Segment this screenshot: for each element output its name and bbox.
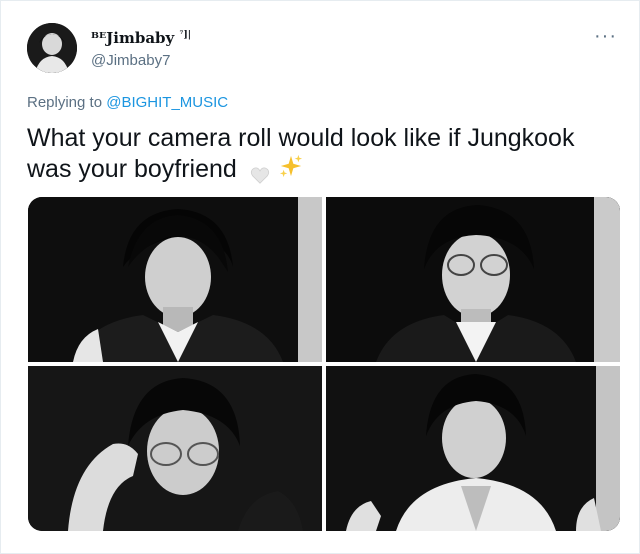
replying-prefix: Replying to [27, 94, 107, 111]
photo-1[interactable] [28, 197, 322, 362]
more-options-icon[interactable]: ··· [594, 25, 617, 48]
tweet-card: ᴮᴱJimbaby ⁷]| @Jimbaby7 ··· Replying to … [0, 0, 640, 554]
replying-to-link[interactable]: @BIGHIT_MUSIC [106, 94, 228, 111]
display-name-text: ᴮᴱJimbaby [91, 29, 175, 47]
replying-to: Replying to @BIGHIT_MUSIC [27, 94, 228, 111]
sparkles-icon [279, 154, 303, 186]
user-handle[interactable]: @Jimbaby7 [91, 52, 170, 69]
display-name-suffix: ⁷]| [179, 30, 191, 40]
photo-3[interactable] [28, 366, 322, 531]
photo-4[interactable] [326, 366, 620, 531]
avatar[interactable] [27, 23, 77, 73]
white-heart-icon [250, 161, 270, 185]
display-name[interactable]: ᴮᴱJimbaby ⁷]| [91, 29, 191, 47]
media-grid [28, 197, 620, 531]
photo-2[interactable] [326, 197, 620, 362]
tweet-text: What your camera roll would look like if… [27, 123, 617, 186]
